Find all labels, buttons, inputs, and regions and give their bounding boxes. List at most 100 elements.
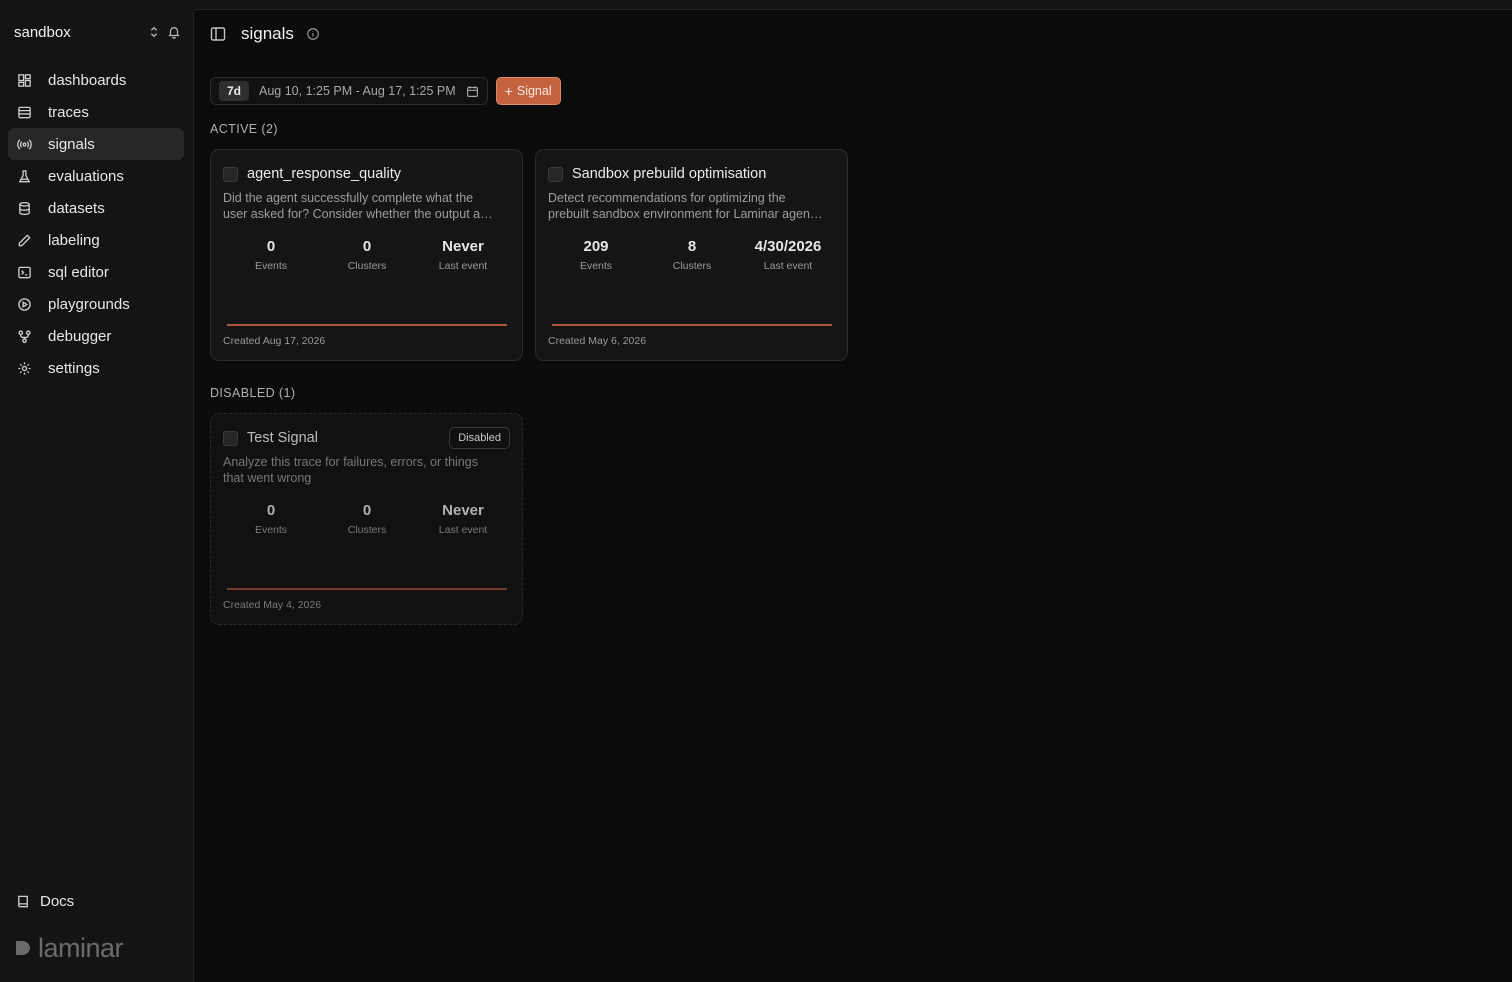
description-line: prebuilt sandbox environment for Laminar… (548, 207, 823, 221)
stat-value: 209 (583, 238, 609, 255)
card-stats: 0 Events 0 Clusters Never Last event (223, 238, 511, 272)
created-date: Created Aug 17, 2026 (223, 335, 326, 347)
description-line: that went wrong (223, 471, 312, 485)
sidebar-item-label: debugger (48, 327, 112, 345)
sidebar-item-label: labeling (48, 231, 100, 249)
stat-last-event: 4/30/2026 Last event (740, 238, 836, 272)
stat-clusters: 0 Clusters (319, 238, 415, 272)
card-title[interactable]: Sandbox prebuild optimisation (572, 166, 835, 182)
status-badge: Disabled (449, 427, 510, 449)
sidebar-item-playgrounds[interactable]: playgrounds (8, 288, 184, 320)
date-range-text[interactable]: Aug 10, 1:25 PM - Aug 17, 1:25 PM (259, 84, 456, 98)
sidebar-item-dashboards[interactable]: dashboards (8, 64, 184, 96)
card-checkbox[interactable] (223, 166, 238, 182)
stat-label: Events (254, 260, 288, 272)
add-signal-label: Signal (516, 84, 552, 98)
date-range-picker[interactable]: 7d Aug 10, 1:25 PM - Aug 17, 1:25 PM (210, 77, 488, 105)
stat-value: 0 (266, 502, 276, 519)
sidebar-item-labeling[interactable]: labeling (8, 224, 184, 256)
docs-label[interactable]: Docs (40, 893, 74, 910)
date-preset-button[interactable]: 7d (219, 81, 250, 101)
stat-value: Never (442, 238, 484, 255)
pencil-icon (16, 232, 32, 248)
card-checkbox[interactable] (223, 430, 238, 446)
logo-text: laminar (38, 932, 124, 963)
card-description: Analyze this trace for failures, errors,… (223, 454, 498, 486)
stat-label: Last event (438, 524, 488, 536)
description-line: Detect recommendations for optimizing th… (548, 191, 786, 205)
sidebar-item-label: settings (48, 359, 100, 377)
sidebar-item-label: signals (48, 135, 95, 153)
card-header: Sandbox prebuild optimisation (548, 164, 835, 184)
add-signal-button[interactable]: + Signal (495, 77, 561, 105)
docs-link[interactable]: Docs (16, 891, 74, 911)
stat-value: 0 (362, 502, 372, 519)
sidebar-item-label: playgrounds (48, 295, 130, 313)
toolbar: 7d Aug 10, 1:25 PM - Aug 17, 1:25 PM + S… (210, 77, 561, 105)
calendar-icon[interactable] (466, 85, 479, 98)
signal-card[interactable]: agent_response_quality Did the agent suc… (210, 149, 523, 361)
card-title[interactable]: Test Signal (247, 430, 449, 446)
signal-card-disabled[interactable]: Test Signal Disabled Analyze this trace … (210, 413, 523, 625)
created-date: Created May 6, 2026 (548, 335, 647, 347)
active-section-label: ACTIVE (2) (210, 122, 278, 136)
sidebar-nav: dashboards traces signals evaluations da… (8, 64, 184, 384)
stat-last-event: Never Last event (415, 502, 511, 536)
bell-icon[interactable] (164, 22, 184, 42)
sidebar-item-settings[interactable]: settings (8, 352, 184, 384)
activity-sparkline (227, 588, 507, 590)
stat-label: Events (254, 524, 288, 536)
sidebar-item-label: sql editor (48, 263, 109, 281)
card-description: Detect recommendations for optimizing th… (548, 190, 823, 222)
stat-value: 0 (266, 238, 276, 255)
description-line: Did the agent successfully complete what… (223, 191, 474, 205)
sidebar-item-label: evaluations (48, 167, 124, 185)
chevron-up-down-icon[interactable] (144, 22, 164, 42)
project-name[interactable]: sandbox (14, 24, 144, 41)
play-icon (16, 296, 32, 312)
plus-icon: + (504, 83, 513, 99)
stat-value: 8 (687, 238, 697, 255)
card-header: agent_response_quality (223, 164, 510, 184)
activity-sparkline (227, 324, 507, 326)
sidebar-item-signals[interactable]: signals (8, 128, 184, 160)
card-stats: 0 Events 0 Clusters Never Last event (223, 502, 511, 536)
card-header: Test Signal Disabled (223, 427, 510, 449)
project-switcher[interactable]: sandbox (14, 22, 184, 42)
stat-value: 0 (362, 238, 372, 255)
sidebar-item-sql-editor[interactable]: sql editor (8, 256, 184, 288)
book-icon (16, 894, 32, 909)
stat-label: Clusters (347, 524, 387, 536)
sidebar-item-label: traces (48, 103, 89, 121)
stat-label: Clusters (672, 260, 712, 272)
sidebar-toggle-icon[interactable] (210, 26, 226, 42)
page-header: signals (210, 24, 320, 44)
description-line: Analyze this trace for failures, errors,… (223, 455, 478, 469)
sidebar-item-label: datasets (48, 199, 105, 217)
sidebar-item-evaluations[interactable]: evaluations (8, 160, 184, 192)
stat-label: Last event (763, 260, 813, 272)
laminar-logo: laminar (14, 932, 124, 964)
stat-label: Clusters (347, 260, 387, 272)
stat-clusters: 8 Clusters (644, 238, 740, 272)
disabled-section-label: DISABLED (1) (210, 386, 296, 400)
card-title[interactable]: agent_response_quality (247, 166, 510, 182)
sidebar-item-datasets[interactable]: datasets (8, 192, 184, 224)
stat-value: Never (442, 502, 484, 519)
stat-label: Events (579, 260, 613, 272)
signal-card[interactable]: Sandbox prebuild optimisation Detect rec… (535, 149, 848, 361)
terminal-icon (16, 264, 32, 280)
gear-icon (16, 360, 32, 376)
sidebar-item-traces[interactable]: traces (8, 96, 184, 128)
sidebar: sandbox dashboards traces signals evalua… (0, 0, 192, 982)
info-icon[interactable] (306, 27, 320, 41)
stat-value: 4/30/2026 (754, 238, 822, 255)
flask-icon (16, 168, 32, 184)
signal-icon (16, 136, 32, 152)
card-checkbox[interactable] (548, 166, 563, 182)
activity-sparkline (552, 324, 832, 326)
sidebar-item-debugger[interactable]: debugger (8, 320, 184, 352)
stat-events: 209 Events (548, 238, 644, 272)
database-icon (16, 200, 32, 216)
stat-events: 0 Events (223, 502, 319, 536)
